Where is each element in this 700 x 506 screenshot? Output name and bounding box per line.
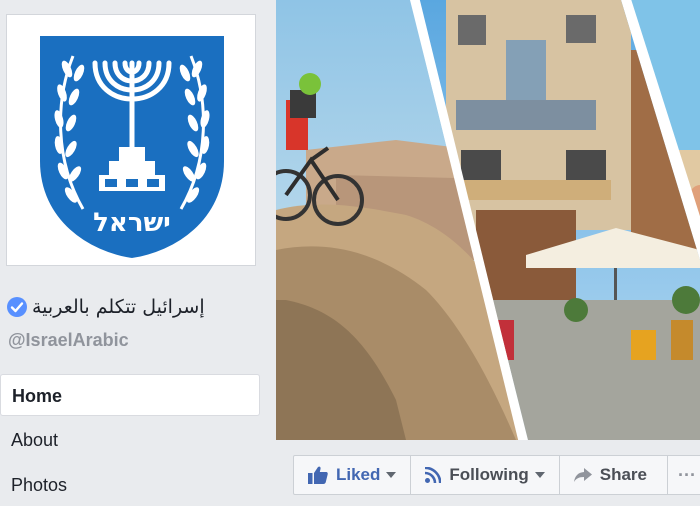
caret-down-icon xyxy=(534,472,545,478)
cover-photo[interactable] xyxy=(276,0,700,440)
rss-feed-icon xyxy=(425,467,442,483)
thumbs-up-icon xyxy=(308,466,328,484)
page-title-row: إسرائيل تتكلم بالعربية xyxy=(6,292,268,322)
caret-down-icon xyxy=(386,472,397,478)
share-label: Share xyxy=(599,465,647,484)
nav-item-home[interactable]: Home xyxy=(0,374,260,416)
more-options-icon: ··· xyxy=(677,464,696,485)
page-action-bar: Liked Following Share ··· xyxy=(293,455,700,495)
liked-label: Liked xyxy=(336,465,381,484)
page-title[interactable]: إسرائيل تتكلم بالعربية xyxy=(32,296,205,318)
following-label: Following xyxy=(449,465,529,484)
more-options-button[interactable]: ··· xyxy=(668,456,700,494)
cover-collage xyxy=(276,0,700,440)
state-of-israel-emblem-icon: ישראל xyxy=(38,34,226,261)
left-column: ישראל إسرائيل تتكلم بالعربية @IsraelArab… xyxy=(0,0,276,500)
share-button[interactable]: Share xyxy=(560,456,668,494)
share-arrow-icon xyxy=(573,468,592,482)
nav-item-about[interactable]: About xyxy=(0,419,260,461)
verified-badge-icon xyxy=(7,297,27,317)
emblem-text: ישראל xyxy=(93,208,171,238)
profile-picture[interactable]: ישראל xyxy=(6,14,256,266)
page-username[interactable]: @IsraelArabic xyxy=(8,330,129,351)
liked-button[interactable]: Liked xyxy=(294,456,412,494)
following-button[interactable]: Following xyxy=(411,456,560,494)
page-nav: Home About Photos xyxy=(0,374,260,506)
